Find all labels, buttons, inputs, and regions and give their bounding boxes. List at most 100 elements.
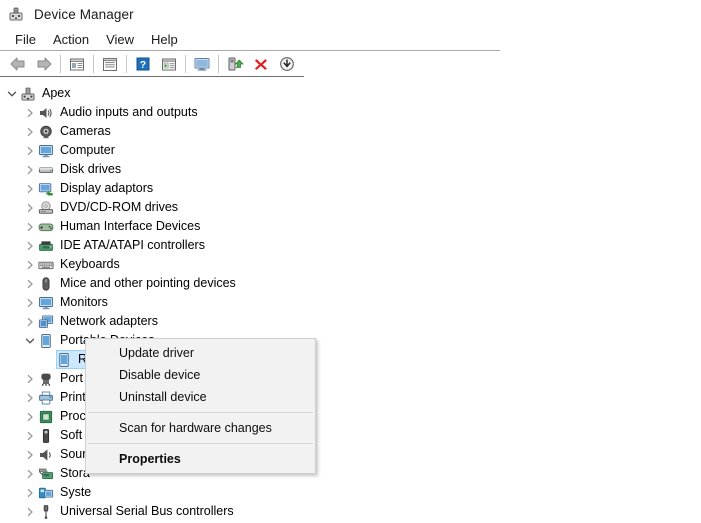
tree-item-label: Print — [60, 390, 86, 404]
show-hide-console-tree-icon — [103, 58, 117, 71]
tree-root-label: Apex — [42, 86, 71, 100]
chevron-right-icon[interactable] — [22, 274, 38, 293]
software-icon — [38, 428, 54, 444]
portable-device-icon — [38, 333, 54, 349]
usb-icon — [38, 504, 54, 520]
tree-item-universal-serial-bus-controllers[interactable]: Universal Serial Bus controllers — [0, 502, 234, 521]
help-button[interactable]: ? — [130, 52, 156, 76]
tree-item-software-devices[interactable]: Soft — [0, 426, 82, 445]
tree-item-storage-controllers[interactable]: Stora — [0, 464, 90, 483]
tree-item-disk-drives[interactable]: Disk drives — [0, 160, 121, 179]
chevron-right-icon[interactable] — [22, 160, 38, 179]
chevron-right-icon[interactable] — [22, 426, 38, 445]
tree-item-cameras[interactable]: Cameras — [0, 122, 111, 141]
tree-item-display-adaptors[interactable]: Display adaptors — [0, 179, 153, 198]
tree-item-ide-ata-atapi-controllers[interactable]: IDE ATA/ATAPI controllers — [0, 236, 205, 255]
tree-item-processors[interactable]: Proc — [0, 407, 86, 426]
tree-item-monitors[interactable]: Monitors — [0, 293, 108, 312]
chevron-right-icon[interactable] — [22, 312, 38, 331]
show-hide-console-tree-button[interactable] — [97, 52, 123, 76]
properties-button[interactable] — [64, 52, 90, 76]
tree-item-sound-video-game-controllers[interactable]: Sour — [0, 445, 86, 464]
ctx-disable-device[interactable]: Disable device — [86, 364, 315, 386]
tree-item-mice-and-other-pointing-devices[interactable]: Mice and other pointing devices — [0, 274, 236, 293]
port-icon — [38, 371, 54, 387]
menu-action[interactable]: Action — [45, 31, 98, 48]
network-adapter-icon — [38, 314, 54, 330]
forward-button[interactable] — [31, 52, 57, 76]
chevron-right-icon[interactable] — [22, 236, 38, 255]
tree-item-audio-inputs-and-outputs[interactable]: Audio inputs and outputs — [0, 103, 198, 122]
menu-file[interactable]: File — [7, 31, 45, 48]
ctx-uninstall-device[interactable]: Uninstall device — [86, 386, 315, 408]
dvd-drive-icon — [38, 200, 54, 216]
chevron-right-icon[interactable] — [22, 464, 38, 483]
toolbar: ? — [0, 51, 505, 77]
chevron-right-icon[interactable] — [22, 122, 38, 141]
chevron-right-icon[interactable] — [22, 407, 38, 426]
chevron-down-icon[interactable] — [4, 84, 20, 103]
action-menu-button[interactable] — [156, 52, 182, 76]
tree-item-computer[interactable]: Computer — [0, 141, 115, 160]
tree-item-print-queues[interactable]: Print — [0, 388, 86, 407]
uninstall-device-button[interactable] — [248, 52, 274, 76]
chevron-right-icon[interactable] — [22, 293, 38, 312]
chevron-right-icon[interactable] — [22, 388, 38, 407]
chevron-right-icon[interactable] — [22, 483, 38, 502]
tree-root-apex[interactable]: Apex — [0, 84, 71, 103]
tree-item-label: Cameras — [60, 124, 111, 138]
menu-bar: File Action View Help — [0, 28, 701, 50]
scan-for-hardware-changes-icon — [194, 58, 210, 71]
chevron-right-icon[interactable] — [22, 369, 38, 388]
tree-item-label: DVD/CD-ROM drives — [60, 200, 179, 214]
keyboard-icon — [38, 257, 54, 273]
tree-item-dvd-cd-rom-drives[interactable]: DVD/CD-ROM drives — [0, 198, 178, 217]
chevron-right-icon[interactable] — [22, 141, 38, 160]
ctx-scan-hardware[interactable]: Scan for hardware changes — [86, 417, 315, 439]
chevron-right-icon[interactable] — [22, 445, 38, 464]
display-adapter-icon — [38, 181, 54, 197]
hid-icon — [38, 219, 54, 235]
update-driver-icon — [228, 57, 243, 71]
tree-item-system-devices[interactable]: Syste — [0, 483, 91, 502]
toolbar-separator-2 — [93, 55, 94, 73]
tree-item-label: Audio inputs and outputs — [60, 105, 198, 119]
chevron-right-icon[interactable] — [22, 255, 38, 274]
title-bar: Device Manager — [0, 0, 701, 28]
update-driver-button[interactable] — [222, 52, 248, 76]
tree-item-network-adapters[interactable]: Network adapters — [0, 312, 158, 331]
ctx-update-driver[interactable]: Update driver — [86, 342, 315, 364]
toolbar-separator-3 — [126, 55, 127, 73]
tree-item-label: Sour — [60, 447, 87, 461]
toolbar-separator-1 — [60, 55, 61, 73]
tree-item-label: IDE ATA/ATAPI controllers — [60, 238, 205, 252]
chevron-right-icon[interactable] — [22, 502, 38, 521]
chevron-right-icon[interactable] — [22, 103, 38, 122]
tree-item-keyboards[interactable]: Keyboards — [0, 255, 120, 274]
device-manager-window: Device Manager File Action View Help ? A… — [0, 0, 701, 519]
chevron-down-icon[interactable] — [22, 331, 38, 350]
tree-item-label: Computer — [60, 143, 115, 157]
menu-help[interactable]: Help — [143, 31, 187, 48]
tree-item-label: Universal Serial Bus controllers — [60, 504, 234, 518]
tree-item-label: Port — [60, 371, 83, 385]
chevron-right-icon[interactable] — [22, 198, 38, 217]
tree-item-label: Human Interface Devices — [60, 219, 201, 233]
toolbar-separator-4 — [185, 55, 186, 73]
back-button[interactable] — [5, 52, 31, 76]
menu-view[interactable]: View — [98, 31, 143, 48]
computer-root-icon — [20, 86, 36, 102]
chevron-right-icon[interactable] — [22, 179, 38, 198]
ctx-properties[interactable]: Properties — [86, 448, 315, 470]
ide-controller-icon — [38, 238, 54, 254]
scan-for-hardware-changes-button[interactable] — [189, 52, 215, 76]
chevron-right-icon[interactable] — [22, 217, 38, 236]
tree-item-human-interface-devices[interactable]: Human Interface Devices — [0, 217, 200, 236]
tree-item-label: Disk drives — [60, 162, 122, 176]
tree-item-label: Network adapters — [60, 314, 158, 328]
processor-icon — [38, 409, 54, 425]
tree-item-ports[interactable]: Port — [0, 369, 83, 388]
system-device-icon — [38, 485, 54, 501]
forward-icon — [37, 57, 52, 71]
disable-device-button[interactable] — [274, 52, 300, 76]
